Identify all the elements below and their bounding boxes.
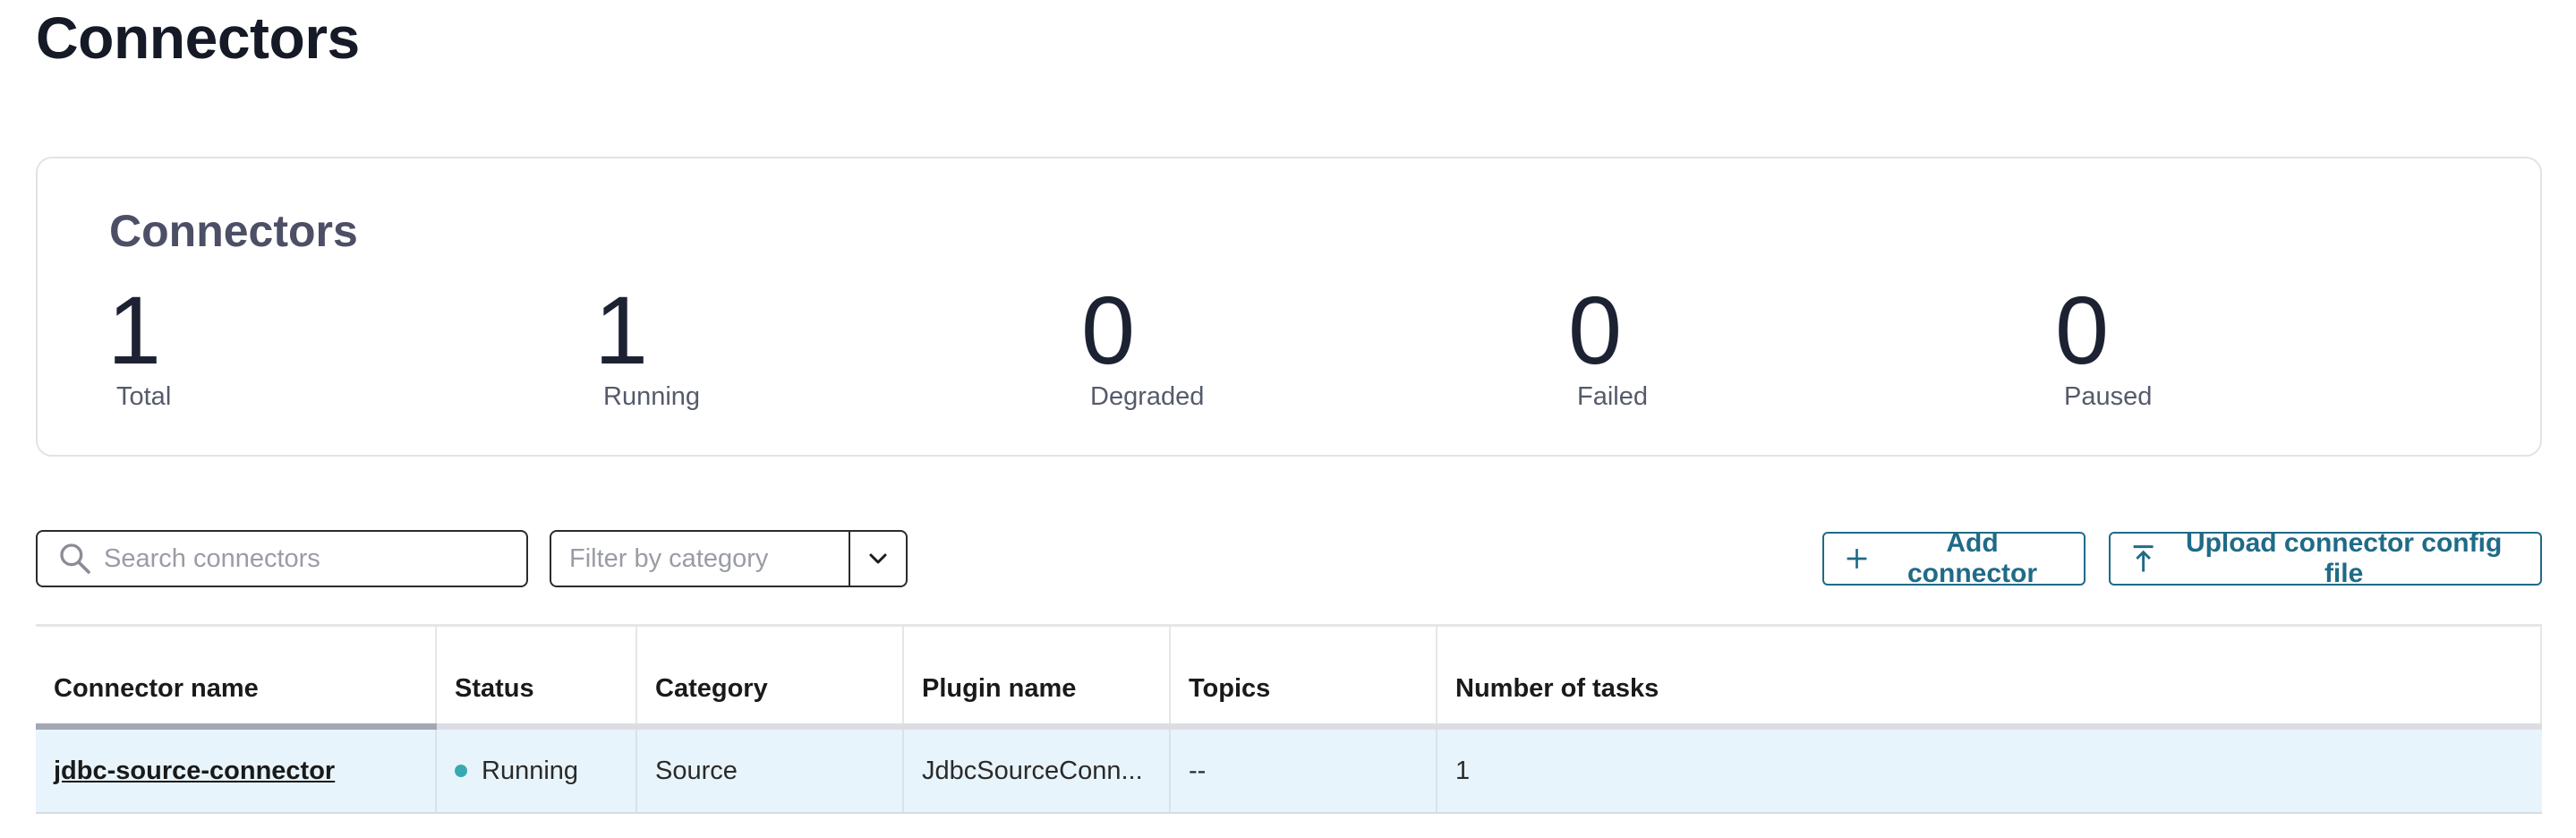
stat-failed-value: 0: [1568, 276, 1623, 384]
cell-topics: --: [1171, 730, 1437, 812]
status-text: Running: [482, 756, 579, 785]
add-connector-button[interactable]: Add connector: [1822, 528, 2086, 588]
stat-failed-label: Failed: [1577, 382, 1648, 411]
column-header-number-of-tasks[interactable]: Number of tasks: [1437, 627, 2542, 723]
upload-icon: [2133, 545, 2154, 572]
column-header-topics[interactable]: Topics: [1171, 627, 1437, 723]
column-header-category[interactable]: Category: [637, 627, 904, 723]
stat-degraded-label: Degraded: [1090, 382, 1205, 411]
stat-failed: 0 Failed: [1568, 282, 1926, 412]
chevron-down-icon: [869, 553, 887, 564]
column-header-connector-name[interactable]: Connector name: [36, 627, 437, 723]
stat-paused: 0 Paused: [2055, 282, 2413, 412]
stat-paused-value: 0: [2055, 276, 2110, 384]
search-input[interactable]: [102, 543, 499, 575]
cell-plugin-name: JdbcSourceConn...: [904, 730, 1171, 812]
add-connector-label: Add connector: [1907, 528, 2038, 588]
stat-degraded: 0 Degraded: [1081, 282, 1439, 412]
summary-title: Connectors: [109, 206, 358, 256]
stat-running-label: Running: [603, 382, 701, 411]
upload-config-button[interactable]: Upload connector config file: [2109, 528, 2542, 588]
search-icon: [60, 543, 90, 574]
plus-icon: [1847, 549, 1867, 569]
category-filter-toggle[interactable]: [849, 532, 906, 586]
connectors-table: Connector name Status Category Plugin na…: [36, 624, 2542, 814]
category-filter-placeholder: Filter by category: [569, 543, 769, 573]
cell-number-of-tasks: 1: [1455, 756, 1471, 785]
cell-status: Running: [437, 730, 637, 812]
connector-name-link[interactable]: jdbc-source-connector: [54, 757, 335, 786]
cell-category: Source: [637, 730, 904, 812]
category-filter-select[interactable]: Filter by category: [550, 530, 908, 587]
status-dot-icon: [455, 765, 467, 777]
cell-connector-name: jdbc-source-connector: [36, 730, 437, 812]
stat-paused-label: Paused: [2064, 382, 2153, 411]
stat-total: 1 Total: [107, 282, 465, 412]
table-row[interactable]: jdbc-source-connector Running Source Jdb…: [36, 730, 2542, 814]
stat-degraded-value: 0: [1081, 276, 1136, 384]
upload-config-label: Upload connector config file: [2185, 528, 2503, 588]
table-header: Connector name Status Category Plugin na…: [36, 627, 2542, 730]
stat-total-label: Total: [116, 382, 172, 411]
column-header-plugin-name[interactable]: Plugin name: [904, 627, 1171, 723]
page-title: Connectors: [36, 4, 360, 71]
stat-running-value: 1: [594, 276, 649, 384]
stat-total-value: 1: [107, 276, 162, 384]
search-connectors-box[interactable]: [36, 530, 528, 587]
column-header-status[interactable]: Status: [437, 627, 637, 723]
stat-running: 1 Running: [594, 282, 952, 412]
connectors-summary-card: Connectors 1 Total 1 Running 0 Degraded …: [36, 157, 2542, 457]
sort-indicator: [36, 723, 437, 730]
